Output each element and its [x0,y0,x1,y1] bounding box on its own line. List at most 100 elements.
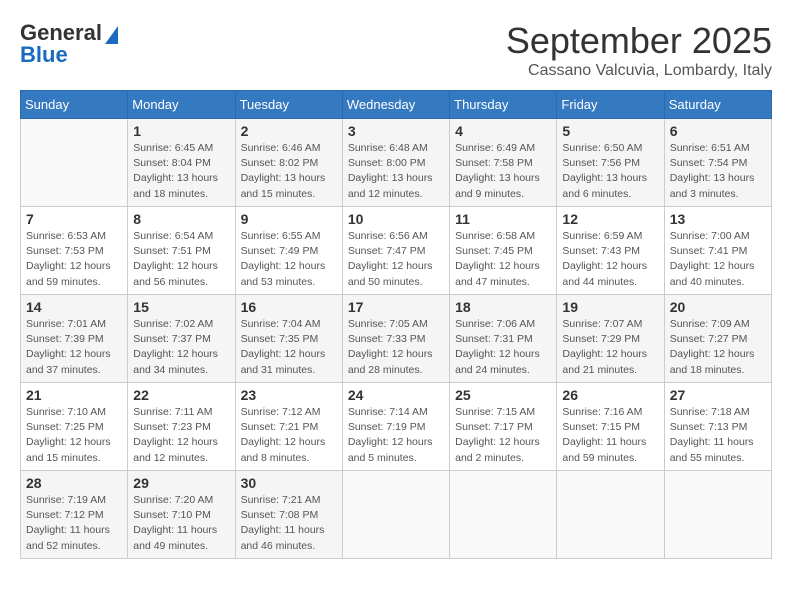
day-number: 29 [133,475,229,491]
day-number: 24 [348,387,444,403]
calendar-cell: 3Sunrise: 6:48 AMSunset: 8:00 PMDaylight… [342,119,449,207]
logo-arrow-icon [105,26,118,44]
day-number: 2 [241,123,337,139]
day-number: 22 [133,387,229,403]
day-info: Sunrise: 6:59 AMSunset: 7:43 PMDaylight:… [562,229,658,290]
calendar-cell: 28 Sunrise: 7:19 AMSunset: 7:12 PMDayligh… [21,471,128,559]
calendar-cell [450,471,557,559]
header-saturday: Saturday [664,91,771,119]
calendar-cell: 10 Sunrise: 6:56 AMSunset: 7:47 PMDayligh… [342,207,449,295]
day-number: 6 [670,123,766,139]
day-info: Sunrise: 7:16 AMSunset: 7:15 PMDaylight:… [562,405,658,466]
day-info: Sunrise: 7:09 AMSunset: 7:27 PMDaylight:… [670,317,766,378]
calendar-cell: 25Sunrise: 7:15 AMSunset: 7:17 PMDayligh… [450,383,557,471]
day-info: Sunrise: 7:15 AMSunset: 7:17 PMDaylight:… [455,405,551,466]
day-info: Sunrise: 6:45 AMSunset: 8:04 PMDaylight:… [133,141,229,202]
day-number: 5 [562,123,658,139]
calendar-cell: 17 Sunrise: 7:05 AMSunset: 7:33 PMDayligh… [342,295,449,383]
day-number: 7 [26,211,122,227]
calendar-cell: 22 Sunrise: 7:11 AMSunset: 7:23 PMDayligh… [128,383,235,471]
title-section: September 2025 Cassano Valcuvia, Lombard… [506,20,772,80]
day-info: Sunrise: 6:58 AMSunset: 7:45 PMDaylight:… [455,229,551,290]
day-number: 27 [670,387,766,403]
day-info: Sunrise: 7:14 AMSunset: 7:19 PMDaylight:… [348,405,444,466]
day-number: 23 [241,387,337,403]
header-sunday: Sunday [21,91,128,119]
day-number: 28 [26,475,122,491]
calendar-week-row: 21 Sunrise: 7:10 AMSunset: 7:25 PMDayligh… [21,383,772,471]
calendar-cell: 27 Sunrise: 7:18 AMSunset: 7:13 PMDayligh… [664,383,771,471]
calendar-cell [664,471,771,559]
day-info: Sunrise: 6:48 AMSunset: 8:00 PMDaylight:… [348,141,444,202]
day-info: Sunrise: 6:53 AMSunset: 7:53 PMDaylight:… [26,229,122,290]
day-info: Sunrise: 6:56 AMSunset: 7:47 PMDaylight:… [348,229,444,290]
day-info: Sunrise: 7:18 AMSunset: 7:13 PMDaylight:… [670,405,766,466]
calendar-cell: 9 Sunrise: 6:55 AMSunset: 7:49 PMDaylight… [235,207,342,295]
calendar-table: SundayMondayTuesdayWednesdayThursdayFrid… [20,90,772,559]
day-number: 17 [348,299,444,315]
header-friday: Friday [557,91,664,119]
calendar-cell: 20Sunrise: 7:09 AMSunset: 7:27 PMDayligh… [664,295,771,383]
day-info: Sunrise: 7:10 AMSunset: 7:25 PMDaylight:… [26,405,122,466]
day-info: Sunrise: 7:12 AMSunset: 7:21 PMDaylight:… [241,405,337,466]
calendar-cell: 2 Sunrise: 6:46 AMSunset: 8:02 PMDaylight… [235,119,342,207]
calendar-cell: 15 Sunrise: 7:02 AMSunset: 7:37 PMDayligh… [128,295,235,383]
page-header: GeneralBlue September 2025 Cassano Valcu… [20,20,772,80]
day-info: Sunrise: 7:21 AMSunset: 7:08 PMDaylight:… [241,493,337,554]
calendar-week-row: 14 Sunrise: 7:01 AMSunset: 7:39 PMDayligh… [21,295,772,383]
calendar-cell: 1 Sunrise: 6:45 AMSunset: 8:04 PMDaylight… [128,119,235,207]
day-info: Sunrise: 7:06 AMSunset: 7:31 PMDaylight:… [455,317,551,378]
day-number: 19 [562,299,658,315]
header-thursday: Thursday [450,91,557,119]
day-number: 1 [133,123,229,139]
day-number: 18 [455,299,551,315]
location-subtitle: Cassano Valcuvia, Lombardy, Italy [506,62,772,80]
calendar-cell: 21 Sunrise: 7:10 AMSunset: 7:25 PMDayligh… [21,383,128,471]
logo-text: GeneralBlue [20,20,102,68]
day-number: 14 [26,299,122,315]
day-number: 8 [133,211,229,227]
day-info: Sunrise: 7:02 AMSunset: 7:37 PMDaylight:… [133,317,229,378]
calendar-cell: 8 Sunrise: 6:54 AMSunset: 7:51 PMDaylight… [128,207,235,295]
calendar-cell: 4 Sunrise: 6:49 AMSunset: 7:58 PMDaylight… [450,119,557,207]
calendar-cell: 12 Sunrise: 6:59 AMSunset: 7:43 PMDayligh… [557,207,664,295]
day-number: 9 [241,211,337,227]
calendar-week-row: 1 Sunrise: 6:45 AMSunset: 8:04 PMDaylight… [21,119,772,207]
calendar-week-row: 28 Sunrise: 7:19 AMSunset: 7:12 PMDayligh… [21,471,772,559]
calendar-week-row: 7 Sunrise: 6:53 AMSunset: 7:53 PMDaylight… [21,207,772,295]
calendar-cell: 11 Sunrise: 6:58 AMSunset: 7:45 PMDayligh… [450,207,557,295]
day-number: 21 [26,387,122,403]
day-number: 15 [133,299,229,315]
day-number: 13 [670,211,766,227]
calendar-cell [21,119,128,207]
day-number: 30 [241,475,337,491]
day-info: Sunrise: 7:05 AMSunset: 7:33 PMDaylight:… [348,317,444,378]
calendar-cell: 26 Sunrise: 7:16 AMSunset: 7:15 PMDayligh… [557,383,664,471]
calendar-cell: 13Sunrise: 7:00 AMSunset: 7:41 PMDayligh… [664,207,771,295]
day-info: Sunrise: 6:51 AMSunset: 7:54 PMDaylight:… [670,141,766,202]
day-info: Sunrise: 7:11 AMSunset: 7:23 PMDaylight:… [133,405,229,466]
calendar-cell: 23 Sunrise: 7:12 AMSunset: 7:21 PMDayligh… [235,383,342,471]
day-number: 10 [348,211,444,227]
calendar-cell: 7 Sunrise: 6:53 AMSunset: 7:53 PMDaylight… [21,207,128,295]
day-info: Sunrise: 6:49 AMSunset: 7:58 PMDaylight:… [455,141,551,202]
day-info: Sunrise: 6:55 AMSunset: 7:49 PMDaylight:… [241,229,337,290]
logo: GeneralBlue [20,20,102,68]
day-number: 16 [241,299,337,315]
calendar-cell: 16 Sunrise: 7:04 AMSunset: 7:35 PMDayligh… [235,295,342,383]
day-number: 4 [455,123,551,139]
calendar-cell: 5Sunrise: 6:50 AMSunset: 7:56 PMDaylight… [557,119,664,207]
day-info: Sunrise: 7:01 AMSunset: 7:39 PMDaylight:… [26,317,122,378]
day-info: Sunrise: 7:04 AMSunset: 7:35 PMDaylight:… [241,317,337,378]
calendar-cell [557,471,664,559]
day-info: Sunrise: 7:19 AMSunset: 7:12 PMDaylight:… [26,493,122,554]
day-number: 12 [562,211,658,227]
day-info: Sunrise: 6:46 AMSunset: 8:02 PMDaylight:… [241,141,337,202]
calendar-cell: 18 Sunrise: 7:06 AMSunset: 7:31 PMDayligh… [450,295,557,383]
calendar-cell: 29 Sunrise: 7:20 AMSunset: 7:10 PMDayligh… [128,471,235,559]
day-number: 11 [455,211,551,227]
day-number: 26 [562,387,658,403]
day-info: Sunrise: 7:07 AMSunset: 7:29 PMDaylight:… [562,317,658,378]
day-info: Sunrise: 6:54 AMSunset: 7:51 PMDaylight:… [133,229,229,290]
day-info: Sunrise: 7:20 AMSunset: 7:10 PMDaylight:… [133,493,229,554]
